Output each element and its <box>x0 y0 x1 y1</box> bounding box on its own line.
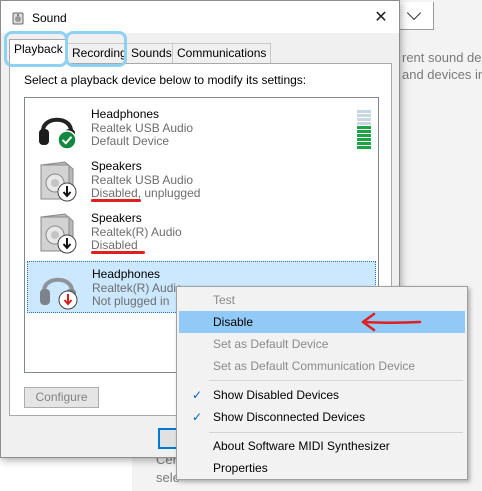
window-title: Sound <box>32 11 67 25</box>
speaker-app-icon <box>12 12 24 25</box>
menu-separator <box>209 380 463 381</box>
configure-button[interactable]: Configure <box>24 387 99 408</box>
device-status: Default Device <box>91 134 170 148</box>
annotation-highlight-playback <box>4 31 68 67</box>
device-status: Not plugged in <box>92 294 170 308</box>
menu-item-show-disconnected-devices[interactable]: ✓ Show Disconnected Devices <box>179 406 465 428</box>
device-driver: Realtek USB Audio <box>91 173 194 187</box>
menu-item-show-disabled-devices[interactable]: ✓ Show Disabled Devices <box>179 384 465 406</box>
menu-item-label: About Software MIDI Synthesizer <box>213 439 390 453</box>
menu-item-set-default-communication-device[interactable]: Set as Default Communication Device <box>179 355 465 377</box>
menu-item-label: Set as Default Communication Device <box>213 359 416 373</box>
close-icon: ✕ <box>374 9 388 26</box>
device-status: Disabled, unplugged <box>91 186 201 200</box>
menu-item-properties[interactable]: Properties <box>179 457 465 479</box>
menu-item-label: Show Disabled Devices <box>213 388 340 402</box>
annotation-underline <box>91 251 145 254</box>
chevron-down-icon <box>406 5 422 21</box>
device-driver: Realtek USB Audio <box>91 121 194 135</box>
red-down-arrow-badge-icon <box>58 290 78 310</box>
annotation-underline <box>91 199 141 202</box>
menu-item-label: Properties <box>213 461 268 475</box>
annotation-arrow-icon <box>361 312 422 332</box>
device-name: Speakers <box>91 159 142 173</box>
device-driver: Realtek(R) Audio <box>92 281 183 295</box>
menu-item-label: Set as Default Device <box>213 337 329 351</box>
device-name: Headphones <box>91 107 160 121</box>
list-item[interactable]: Headphones Realtek USB Audio Default Dev… <box>27 102 376 154</box>
checkmark-icon: ✓ <box>191 410 203 424</box>
background-text: and devices in <box>402 67 482 82</box>
menu-separator <box>209 432 463 433</box>
title-bar[interactable]: Sound ✕ <box>1 1 399 33</box>
background-dropdown[interactable] <box>396 2 434 30</box>
close-button[interactable]: ✕ <box>363 1 399 33</box>
instruction-text: Select a playback device below to modify… <box>24 73 307 87</box>
volume-meter <box>357 110 371 150</box>
menu-item-about-midi-synth[interactable]: About Software MIDI Synthesizer <box>179 435 465 457</box>
tab-communications[interactable]: Communications <box>172 43 272 63</box>
menu-item-label: Test <box>213 293 236 307</box>
checkmark-icon: ✓ <box>191 388 203 402</box>
list-item[interactable]: Speakers Realtek USB Audio Disabled, unp… <box>27 154 376 206</box>
context-menu: Test Disable Set as Default Device Set a… <box>176 286 468 480</box>
device-name: Headphones <box>92 267 161 281</box>
down-arrow-badge-icon <box>57 182 77 202</box>
annotation-highlight-recording <box>65 31 127 67</box>
background-text: rent sound de <box>402 50 482 65</box>
list-item[interactable]: Speakers Realtek(R) Audio Disabled <box>27 206 376 258</box>
device-status: Disabled <box>91 238 138 252</box>
check-badge-icon <box>57 130 77 150</box>
menu-item-set-default-device[interactable]: Set as Default Device <box>179 333 465 355</box>
tab-sounds[interactable]: Sounds <box>126 43 177 63</box>
menu-item-test[interactable]: Test <box>179 289 465 311</box>
device-name: Speakers <box>91 211 142 225</box>
down-arrow-badge-icon <box>57 234 77 254</box>
menu-item-label: Disable <box>213 315 254 329</box>
menu-item-label: Show Disconnected Devices <box>213 410 366 424</box>
device-driver: Realtek(R) Audio <box>91 225 182 239</box>
